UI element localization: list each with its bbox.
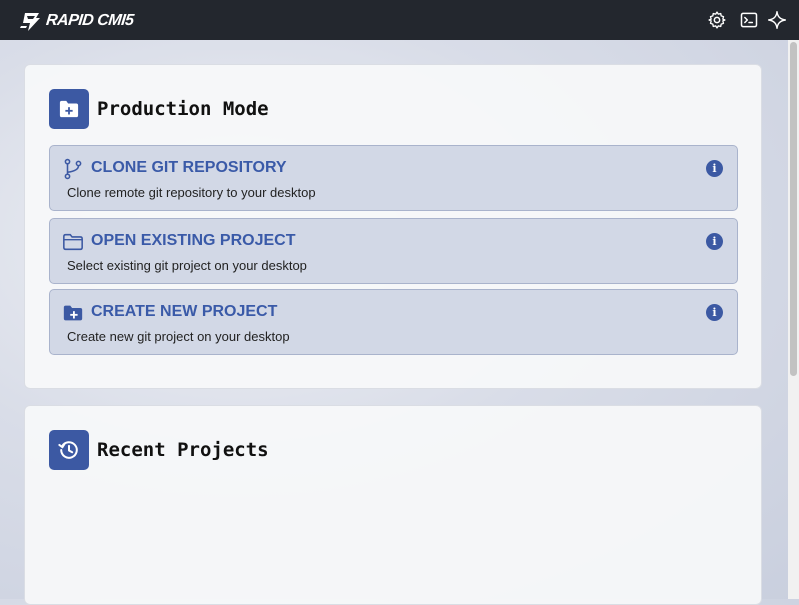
info-icon[interactable]: i (706, 160, 723, 177)
section-title: Recent Projects (97, 439, 269, 461)
git-branch-icon (64, 158, 82, 180)
info-icon[interactable]: i (706, 233, 723, 250)
gear-icon[interactable] (707, 10, 727, 30)
recent-projects-header: Recent Projects (49, 430, 269, 470)
create-new-project-option[interactable]: CREATE NEW PROJECT Create new git projec… (49, 289, 738, 355)
recent-projects-panel: Recent Projects (24, 405, 762, 605)
option-title: CLONE GIT REPOSITORY (91, 159, 287, 176)
option-description: Select existing git project on your desk… (67, 258, 307, 273)
scrollbar-thumb[interactable] (790, 42, 797, 376)
app-title: RAPID CMI5 (45, 12, 135, 29)
scrollbar[interactable] (788, 40, 799, 599)
folder-plus-icon (63, 305, 83, 321)
page-title: Production Mode (97, 98, 269, 120)
production-mode-header: Production Mode (49, 89, 269, 129)
clone-git-repository-option[interactable]: CLONE GIT REPOSITORY Clone remote git re… (49, 145, 738, 211)
option-title: OPEN EXISTING PROJECT (91, 232, 296, 249)
rapid-logo-icon (20, 13, 40, 31)
option-title: CREATE NEW PROJECT (91, 303, 278, 320)
sparkle-icon[interactable] (767, 10, 787, 30)
title-bar: RAPID CMI5 (0, 0, 799, 40)
app-logo: RAPID CMI5 (19, 10, 135, 32)
option-description: Clone remote git repository to your desk… (67, 185, 316, 200)
production-mode-panel: Production Mode CLONE GIT REPOSITORY Clo… (24, 64, 762, 389)
history-icon (49, 430, 89, 470)
info-icon[interactable]: i (706, 304, 723, 321)
folder-open-icon (63, 233, 83, 251)
option-description: Create new git project on your desktop (67, 329, 290, 344)
open-existing-project-option[interactable]: OPEN EXISTING PROJECT Select existing gi… (49, 218, 738, 284)
folder-plus-icon (49, 89, 89, 129)
terminal-icon[interactable] (739, 10, 759, 30)
